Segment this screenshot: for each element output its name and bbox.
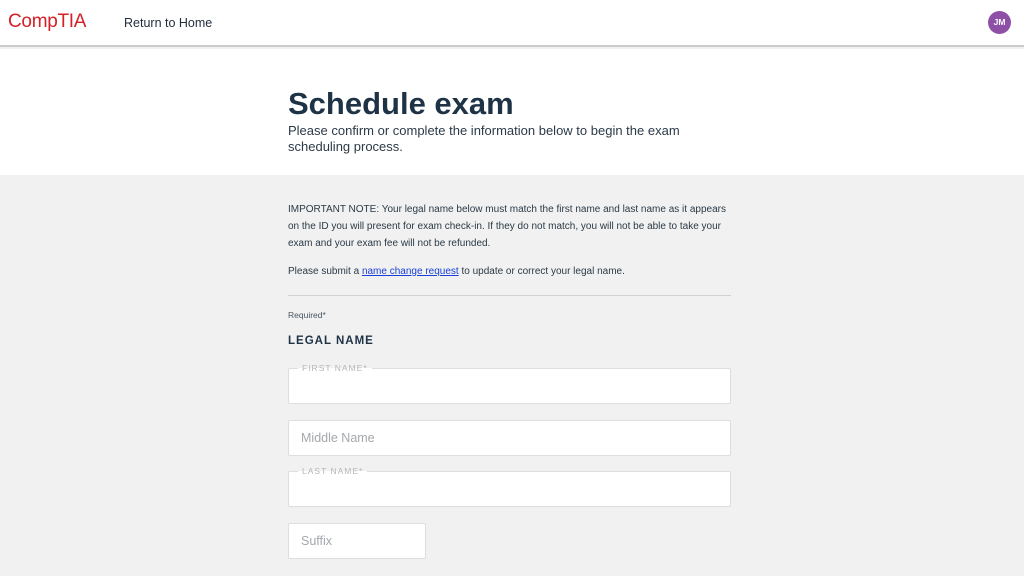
- middle-name-field: [288, 420, 731, 456]
- return-to-home-link[interactable]: Return to Home: [124, 15, 212, 31]
- page-subtitle: Please confirm or complete the informati…: [288, 123, 680, 154]
- last-name-input[interactable]: [289, 472, 730, 506]
- required-note: Required*: [288, 310, 326, 320]
- last-name-label: LAST NAME*: [298, 466, 368, 476]
- user-avatar[interactable]: JM: [988, 11, 1011, 34]
- comptia-logo[interactable]: CompTIA: [8, 11, 86, 33]
- page-title: Schedule exam: [288, 86, 514, 121]
- legal-name-heading: LEGAL NAME: [288, 335, 374, 347]
- middle-name-input[interactable]: [289, 421, 730, 455]
- first-name-field: FIRST NAME*: [288, 363, 731, 404]
- top-nav-bar: CompTIA Return to Home JM: [0, 0, 1024, 47]
- suffix-field: [288, 523, 426, 559]
- first-name-input[interactable]: [289, 369, 730, 403]
- last-name-field: LAST NAME*: [288, 466, 731, 507]
- name-change-request-link[interactable]: name change request: [362, 266, 459, 277]
- name-change-instruction: Please submit a name change request to u…: [288, 264, 731, 280]
- first-name-label: FIRST NAME*: [298, 363, 372, 373]
- important-note: IMPORTANT NOTE: Your legal name below mu…: [288, 204, 726, 249]
- submit-suffix-text: to update or correct your legal name.: [458, 266, 625, 277]
- suffix-input[interactable]: [289, 524, 425, 558]
- section-divider: [288, 295, 731, 296]
- page-header: Schedule exam Please confirm or complete…: [0, 49, 1024, 175]
- submit-prefix-text: Please submit a: [288, 266, 362, 277]
